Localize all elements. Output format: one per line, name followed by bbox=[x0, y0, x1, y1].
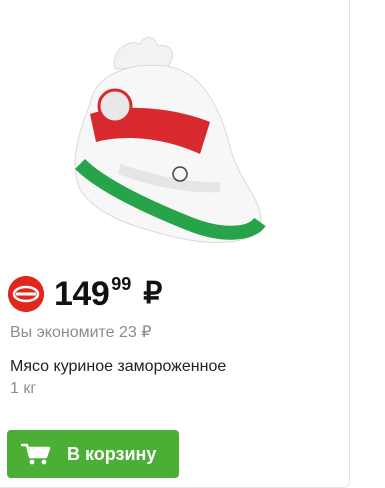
price-currency: ₽ bbox=[143, 277, 163, 310]
price-cents: 99 bbox=[111, 274, 132, 294]
product-image[interactable] bbox=[60, 14, 270, 264]
shopping-cart-icon bbox=[21, 443, 51, 465]
price-main: 149 bbox=[54, 275, 110, 313]
discount-icon bbox=[8, 276, 44, 312]
add-to-cart-button[interactable]: В корзину bbox=[7, 430, 179, 478]
chicken-package-icon bbox=[74, 37, 266, 243]
product-name[interactable]: Мясо куриное замороженное bbox=[10, 358, 226, 376]
product-weight: 1 кг bbox=[10, 380, 37, 397]
savings-text: Вы экономите 23 ₽ bbox=[10, 324, 152, 341]
price: 149 99 ₽ bbox=[54, 272, 162, 316]
promo-badge bbox=[8, 276, 44, 312]
add-to-cart-label: В корзину bbox=[67, 443, 157, 464]
